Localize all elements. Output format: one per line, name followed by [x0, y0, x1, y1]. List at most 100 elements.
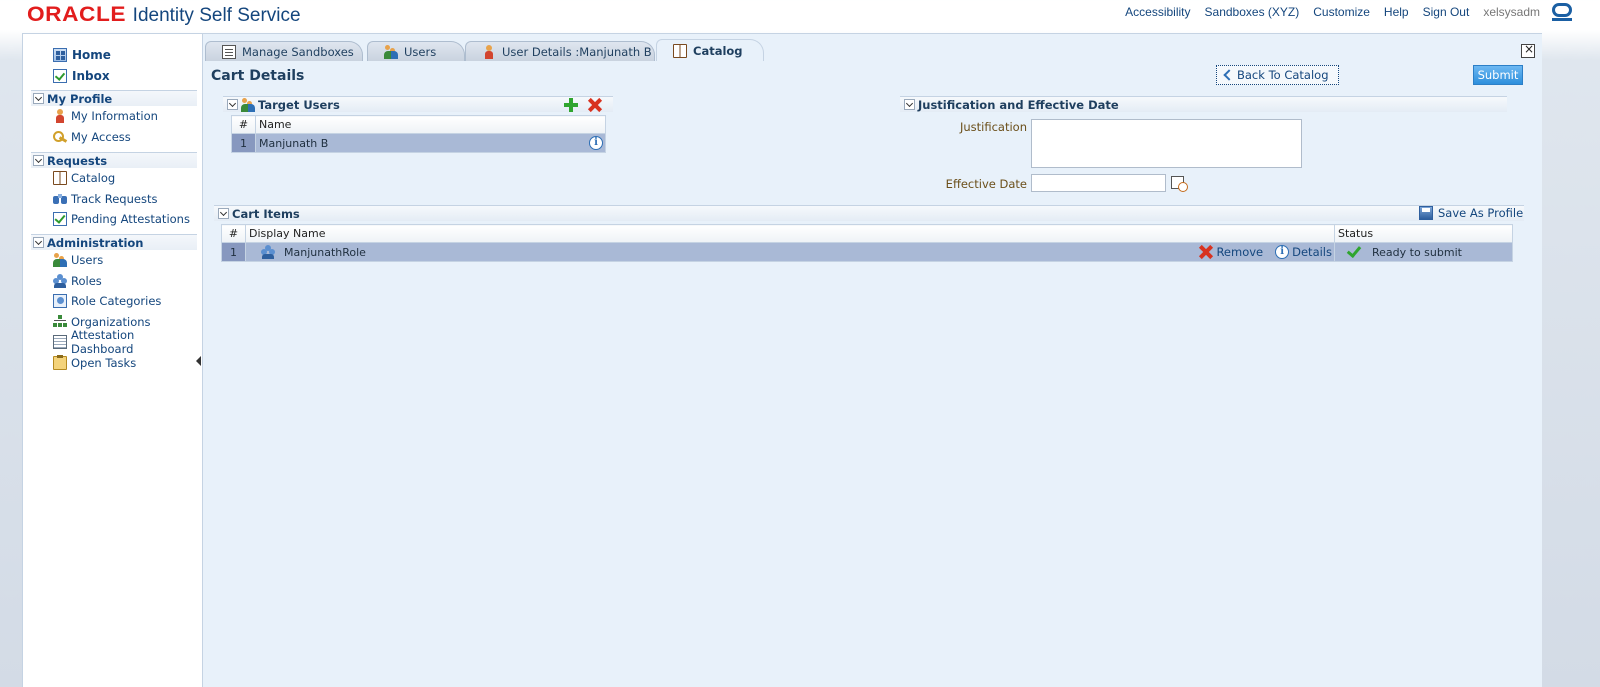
nav-my-access[interactable]: My Access [31, 127, 197, 148]
brand-name: ORACLE [27, 3, 127, 26]
submit-button[interactable]: Submit [1473, 65, 1523, 85]
tab-user-details[interactable]: User Details :Manjunath B [465, 41, 655, 61]
nav-section-my-profile: My Profile My Information My Access [31, 90, 197, 147]
justification-textarea[interactable] [1031, 119, 1302, 168]
target-users-header: Target Users [223, 96, 613, 112]
binoculars-icon [53, 192, 67, 206]
oracle-logo: ORACLE Identity Self Service [27, 3, 301, 27]
effective-date-label: Effective Date [945, 177, 1027, 191]
display-name-cell: ManjunathRole Remove i Details [245, 242, 1335, 262]
sandbox-icon [222, 44, 236, 59]
accessibility-link[interactable]: Accessibility [1125, 5, 1190, 19]
collapse-icon[interactable] [33, 155, 44, 166]
nav-section-header-my-profile[interactable]: My Profile [31, 90, 197, 106]
book-icon [673, 43, 687, 58]
sandboxes-link[interactable]: Sandboxes (XYZ) [1205, 5, 1300, 19]
book-icon [53, 171, 67, 186]
role-display-name: ManjunathRole [284, 245, 366, 259]
nav-role-categories[interactable]: Role Categories [31, 291, 197, 312]
users-icon [384, 44, 398, 59]
users-icon [53, 253, 67, 268]
nav-my-information[interactable]: My Information [31, 106, 197, 127]
user-name: Manjunath B [259, 136, 329, 150]
collapse-icon[interactable] [33, 93, 44, 104]
nav-section-header-administration[interactable]: Administration [31, 234, 197, 250]
collapse-icon[interactable] [227, 99, 238, 110]
remove-icon[interactable] [588, 98, 602, 112]
oracle-o-icon[interactable] [1552, 3, 1572, 21]
nav-link-label: Open Tasks [71, 355, 137, 370]
tab-bar: Manage Sandboxes Users User Details :Man… [203, 39, 1543, 61]
calendar-icon[interactable] [1171, 176, 1188, 192]
nav-link-label: Roles [71, 273, 102, 288]
tab-users[interactable]: Users [367, 41, 465, 61]
cart-items-title: Cart Items [232, 206, 300, 221]
target-users-table: # Name 1 Manjunath B i [231, 115, 606, 153]
nav-link-label: My Access [71, 129, 131, 144]
product-name: Identity Self Service [132, 5, 301, 26]
add-icon[interactable] [564, 98, 578, 112]
status-cell: Ready to submit [1334, 242, 1513, 262]
nav-link-label: Organizations [71, 314, 151, 329]
nav-link-label: Attestation Dashboard [71, 328, 135, 357]
customize-link[interactable]: Customize [1313, 5, 1370, 19]
column-header: # [221, 224, 246, 243]
details-button[interactable]: i Details [1275, 245, 1332, 259]
save-icon [1419, 206, 1433, 220]
key-icon [53, 130, 67, 144]
table-row[interactable]: 1 Manjunath B i [231, 133, 606, 153]
dashboard-icon [53, 335, 67, 350]
nav-track-requests[interactable]: Track Requests [31, 189, 197, 210]
close-tabs-icon[interactable] [1521, 42, 1535, 58]
help-link[interactable]: Help [1384, 5, 1409, 19]
collapse-icon[interactable] [904, 99, 915, 110]
organization-icon [53, 314, 67, 329]
nav-inbox-label: Inbox [72, 69, 110, 83]
nav-home-label: Home [72, 48, 111, 62]
collapse-icon[interactable] [33, 237, 44, 248]
nav-pending-attestations[interactable]: Pending Attestations [31, 209, 197, 230]
main-content: Manage Sandboxes Users User Details :Man… [202, 34, 1542, 687]
remove-button[interactable]: Remove [1199, 245, 1263, 259]
cart-items-table: # Display Name Status 1 ManjunathRole Re… [221, 224, 1513, 262]
nav-roles[interactable]: Roles [31, 271, 197, 292]
tab-manage-sandboxes[interactable]: Manage Sandboxes [205, 41, 363, 61]
nav-link-label: My Information [71, 109, 158, 124]
status-text: Ready to submit [1372, 245, 1462, 259]
nav-link-label: Users [71, 253, 104, 268]
nav-section-header-requests[interactable]: Requests [31, 152, 197, 168]
tab-label: Manage Sandboxes [242, 44, 354, 59]
user-name-cell: Manjunath B i [255, 133, 606, 153]
checklist-icon [53, 212, 67, 227]
nav-link-label: Role Categories [71, 294, 162, 309]
nav-attestation-dashboard[interactable]: Attestation Dashboard [31, 328, 197, 356]
nav-inbox[interactable]: Inbox [53, 69, 110, 83]
nav-users[interactable]: Users [31, 250, 197, 271]
save-as-profile-button[interactable]: Save As Profile [1419, 206, 1523, 220]
roles-icon [53, 273, 67, 288]
app-shell: Home Inbox My Profile My Information My … [22, 33, 1542, 687]
justification-header: Justification and Effective Date [900, 96, 1507, 112]
effective-date-input[interactable] [1031, 174, 1166, 192]
table-row[interactable]: 1 ManjunathRole Remove i Details Ready t… [221, 242, 1513, 262]
global-header: ORACLE Identity Self Service Accessibili… [0, 0, 1600, 30]
column-header: Name [255, 115, 606, 134]
row-number: 1 [231, 133, 256, 153]
check-icon [1346, 242, 1362, 258]
remove-icon [1199, 245, 1213, 259]
justification-label: Justification [959, 120, 1027, 134]
sign-out-link[interactable]: Sign Out [1423, 5, 1470, 19]
nav-link-label: Track Requests [71, 191, 158, 206]
cart-items-header: Cart Items [214, 205, 1524, 221]
back-to-catalog-button[interactable]: Back To Catalog [1216, 65, 1339, 85]
info-icon[interactable]: i [589, 136, 603, 150]
nav-home[interactable]: Home [53, 48, 111, 62]
global-links: Accessibility Sandboxes (XYZ) Customize … [1111, 3, 1572, 21]
inbox-icon [53, 69, 67, 83]
info-icon: i [1275, 245, 1290, 259]
role-icon [261, 245, 275, 259]
nav-section-title: Administration [47, 235, 144, 250]
nav-catalog[interactable]: Catalog [31, 168, 197, 189]
collapse-icon[interactable] [218, 208, 229, 219]
tab-catalog[interactable]: Catalog [656, 39, 764, 61]
